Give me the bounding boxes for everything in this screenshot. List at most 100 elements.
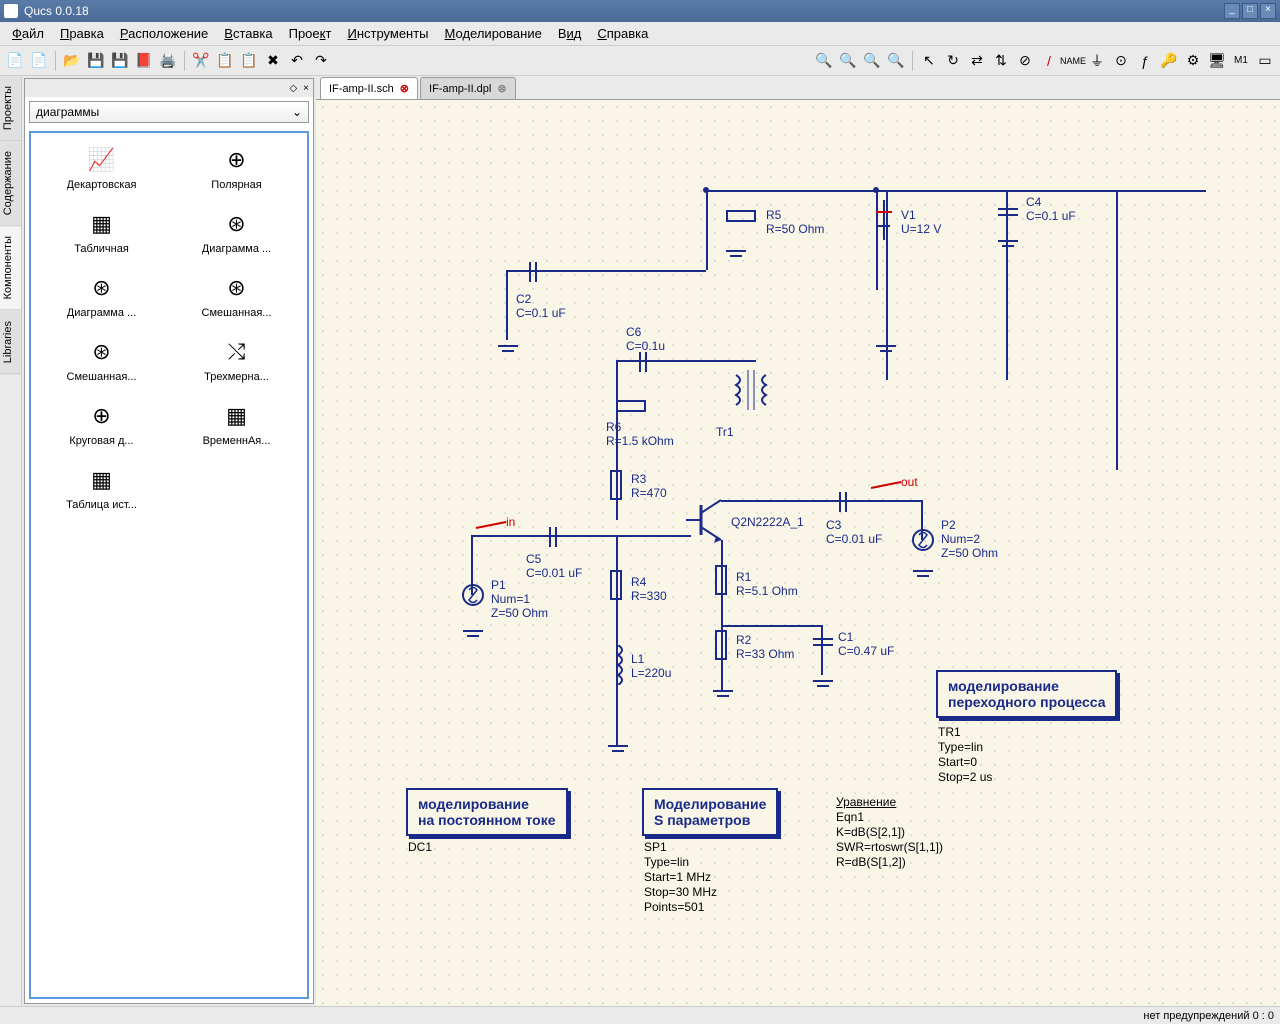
minimize-button[interactable]: _: [1224, 3, 1240, 19]
label-r1: R1R=5.1 Ohm: [736, 570, 798, 598]
menu-file[interactable]: Файл: [4, 24, 52, 43]
menubar: Файл Правка Расположение Вставка Проект …: [0, 22, 1280, 46]
open-icon[interactable]: 📂: [61, 50, 83, 72]
paste-icon[interactable]: 📋: [238, 50, 260, 72]
tab-content[interactable]: Содержание: [0, 141, 21, 226]
close-file-icon[interactable]: 📕: [133, 50, 155, 72]
component-c5[interactable]: [546, 527, 560, 547]
tab-projects[interactable]: Проекты: [0, 76, 21, 141]
component-r5[interactable]: [726, 210, 756, 222]
print-icon[interactable]: 🖨️: [157, 50, 179, 72]
new2-icon[interactable]: 📄: [28, 50, 50, 72]
menu-help[interactable]: Справка: [589, 24, 656, 43]
marker-icon[interactable]: M1: [1230, 50, 1252, 72]
delete-icon[interactable]: ✖: [262, 50, 284, 72]
component-v1[interactable]: [874, 200, 894, 240]
tab-components[interactable]: Компоненты: [0, 226, 21, 310]
save-icon[interactable]: 💾: [85, 50, 107, 72]
component-p1[interactable]: [461, 575, 486, 625]
panel-close-icon[interactable]: ×: [303, 83, 309, 94]
tab-display[interactable]: IF-amp-II.dpl ⊗: [420, 77, 516, 99]
component-p2[interactable]: [911, 520, 936, 570]
select-icon[interactable]: ↖: [918, 50, 940, 72]
align-icon[interactable]: ▭: [1254, 50, 1276, 72]
diagram-mixed[interactable]: ⊛Смешанная...: [174, 269, 299, 323]
doc-tabbar: IF-amp-II.sch ⊗ IF-amp-II.dpl ⊗: [316, 76, 1280, 100]
menu-insert[interactable]: Вставка: [216, 24, 280, 43]
gear-icon[interactable]: ⚙: [1182, 50, 1204, 72]
diagram-3d[interactable]: ⤭Трехмерна...: [174, 333, 299, 387]
menu-tools[interactable]: Инструменты: [339, 24, 436, 43]
menu-simulation[interactable]: Моделирование: [437, 24, 550, 43]
menu-project[interactable]: Проект: [281, 24, 340, 43]
zoom-out-icon[interactable]: 🔍: [837, 50, 859, 72]
key-icon[interactable]: 🔑: [1158, 50, 1180, 72]
label-icon[interactable]: NAME: [1062, 50, 1084, 72]
sim-dc[interactable]: моделирование на постоянном токе: [406, 788, 568, 836]
mirror-h-icon[interactable]: ⇄: [966, 50, 988, 72]
component-c6[interactable]: [636, 352, 650, 372]
wire-icon[interactable]: /: [1038, 50, 1060, 72]
component-transistor[interactable]: [686, 495, 726, 545]
sim-eqn[interactable]: Уравнение Eqn1 K=dB(S[2,1]) SWR=rtoswr(S…: [836, 795, 943, 870]
undock-icon[interactable]: ◇: [289, 83, 297, 94]
saveall-icon[interactable]: 💾: [109, 50, 131, 72]
mirror-v-icon[interactable]: ⇅: [990, 50, 1012, 72]
component-r3[interactable]: [610, 470, 622, 500]
label-c1: C1C=0.47 uF: [838, 630, 894, 658]
diagram-circle[interactable]: ⊕Круговая д...: [39, 397, 164, 451]
sim-dc-params: DC1: [408, 840, 432, 855]
cut-icon[interactable]: ✂️: [190, 50, 212, 72]
zoom-in-icon[interactable]: 🔍: [813, 50, 835, 72]
component-l1[interactable]: [608, 645, 628, 685]
sim-tr[interactable]: моделирование переходного процесса: [936, 670, 1117, 718]
zoom-100-icon[interactable]: 🔍: [885, 50, 907, 72]
tab-close-icon[interactable]: ⊗: [400, 82, 409, 95]
component-category-select[interactable]: диаграммы ⌄: [29, 101, 309, 123]
component-c3[interactable]: [836, 492, 850, 512]
new-icon[interactable]: 📄: [4, 50, 26, 72]
component-r6[interactable]: [616, 400, 646, 412]
display-icon[interactable]: 🖥: [1206, 50, 1228, 72]
schematic-canvas[interactable]: R5R=50 Ohm V1U=12 V C4C=0.1 uF C2C=0.1 u…: [316, 100, 1280, 1006]
label-c6: C6C=0.1u: [626, 325, 665, 353]
diagram-table[interactable]: ▦Табличная: [39, 205, 164, 259]
label-r4: R4R=330: [631, 575, 667, 603]
equation-icon[interactable]: ƒ: [1134, 50, 1156, 72]
sim-sp[interactable]: Моделирование S параметров: [642, 788, 778, 836]
component-r4[interactable]: [610, 570, 622, 600]
close-button[interactable]: ×: [1260, 3, 1276, 19]
menu-view[interactable]: Вид: [550, 24, 590, 43]
component-c2[interactable]: [526, 262, 540, 282]
zoom-fit-icon[interactable]: 🔍: [861, 50, 883, 72]
tab-schematic[interactable]: IF-amp-II.sch ⊗: [320, 77, 418, 99]
component-r1[interactable]: [715, 565, 727, 595]
diagram-mixed2[interactable]: ⊛Смешанная...: [39, 333, 164, 387]
label-c2: C2C=0.1 uF: [516, 292, 566, 320]
redo-icon[interactable]: ↷: [310, 50, 332, 72]
label-r5: R5R=50 Ohm: [766, 208, 824, 236]
diagram-cartesian[interactable]: 📈Декартовская: [39, 141, 164, 195]
copy-icon[interactable]: 📋: [214, 50, 236, 72]
component-c4[interactable]: [998, 205, 1018, 219]
label-p2: P2Num=2Z=50 Ohm: [941, 518, 998, 560]
menu-edit[interactable]: Правка: [52, 24, 112, 43]
component-c1[interactable]: [813, 635, 833, 649]
component-tr1[interactable]: [726, 370, 776, 420]
diagram-smith[interactable]: ⊛Диаграмма ...: [174, 205, 299, 259]
tab-close-icon[interactable]: ⊗: [497, 82, 506, 95]
component-r2[interactable]: [715, 630, 727, 660]
menu-layout[interactable]: Расположение: [112, 24, 216, 43]
deactivate-icon[interactable]: ⊘: [1014, 50, 1036, 72]
diagram-truth[interactable]: ▦Таблица ист...: [39, 461, 164, 515]
ground-icon: [998, 240, 1018, 254]
maximize-button[interactable]: □: [1242, 3, 1258, 19]
diagram-polar[interactable]: ⊕Полярная: [174, 141, 299, 195]
port-icon[interactable]: ⊙: [1110, 50, 1132, 72]
undo-icon[interactable]: ↶: [286, 50, 308, 72]
rotate-icon[interactable]: ↻: [942, 50, 964, 72]
ground-icon[interactable]: ⏚: [1086, 50, 1108, 72]
diagram-timing[interactable]: ▦ВременнАя...: [174, 397, 299, 451]
diagram-smith2[interactable]: ⊛Диаграмма ...: [39, 269, 164, 323]
tab-libraries[interactable]: Libraries: [0, 311, 21, 374]
